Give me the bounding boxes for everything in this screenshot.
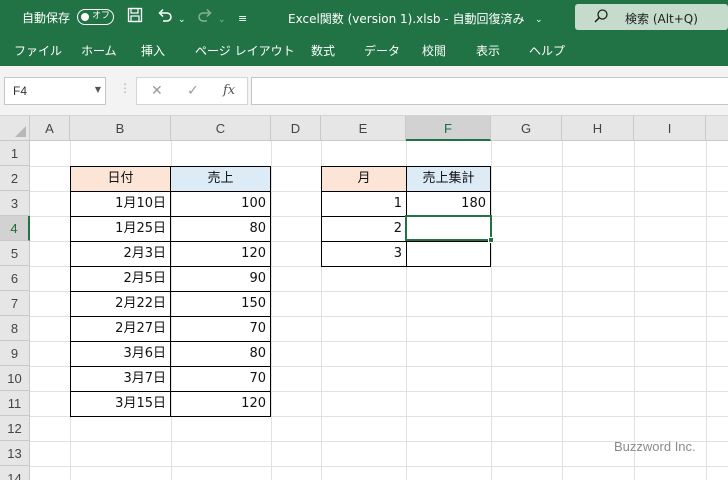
row-header-9[interactable]: 9 xyxy=(0,341,30,366)
column-header-b[interactable]: B xyxy=(70,116,171,141)
more-options-icon[interactable]: ⋮ xyxy=(119,81,131,95)
cell-c6[interactable]: 90 xyxy=(170,266,271,292)
tab-view[interactable]: 表示 xyxy=(476,42,500,59)
search-icon xyxy=(593,8,609,28)
row-header-13[interactable]: 13 xyxy=(0,441,30,466)
row-header-5[interactable]: 5 xyxy=(0,241,30,266)
row-header-12[interactable]: 12 xyxy=(0,416,30,441)
column-header-i[interactable]: I xyxy=(634,116,706,141)
enter-icon[interactable]: ✓ xyxy=(187,83,199,99)
cell-c7[interactable]: 150 xyxy=(170,291,271,317)
column-header-e[interactable]: E xyxy=(321,116,406,141)
cell-f2[interactable]: 売上集計 xyxy=(406,166,491,192)
select-all-button[interactable] xyxy=(0,116,30,141)
cell-b3[interactable]: 1月10日 xyxy=(70,191,171,217)
row-header-14[interactable]: 14 xyxy=(0,466,30,480)
row-header-4[interactable]: 4 xyxy=(0,216,30,241)
cell-b5[interactable]: 2月3日 xyxy=(70,241,171,267)
fill-handle[interactable] xyxy=(488,237,494,243)
cell-e2[interactable]: 月 xyxy=(321,166,407,192)
row-header-10[interactable]: 10 xyxy=(0,366,30,391)
toggle-knob xyxy=(81,12,89,21)
tab-insert[interactable]: 挿入 xyxy=(141,42,165,59)
cancel-icon[interactable]: ✕ xyxy=(151,83,163,99)
row-header-8[interactable]: 8 xyxy=(0,316,30,341)
cell-c11[interactable]: 120 xyxy=(170,391,271,417)
column-header-partial[interactable] xyxy=(706,116,728,141)
search-placeholder: 検索 (Alt+Q) xyxy=(625,12,698,26)
column-header-f[interactable]: F xyxy=(406,116,491,141)
tab-page-layout[interactable]: ページ レイアウト xyxy=(195,42,295,59)
search-box[interactable]: 検索 (Alt+Q) xyxy=(575,4,728,30)
formula-bar-area: F4 ▼ ⋮ ✕ ✓ fx xyxy=(0,66,728,116)
watermark: Buzzword Inc. xyxy=(614,439,696,454)
cell-b2[interactable]: 日付 xyxy=(70,166,171,192)
cell-e5[interactable]: 3 xyxy=(321,241,407,267)
ribbon-tabs: ファイル ホーム 挿入 ページ レイアウト 数式 データ 校閲 表示 ヘルプ xyxy=(0,34,728,66)
worksheet-grid[interactable]: A B C D E F G H I 1 2 3 4 5 6 7 8 9 10 1… xyxy=(0,116,728,480)
cell-c2[interactable]: 売上 xyxy=(170,166,271,192)
active-cell-cursor[interactable] xyxy=(405,215,494,243)
cell-e3[interactable]: 1 xyxy=(321,191,407,217)
cell-b9[interactable]: 3月6日 xyxy=(70,341,171,367)
cell-c8[interactable]: 70 xyxy=(170,316,271,342)
autosave-state: オフ xyxy=(92,11,111,21)
cell-c3[interactable]: 100 xyxy=(170,191,271,217)
customize-qat-icon[interactable]: ≡ xyxy=(238,10,247,28)
cell-b11[interactable]: 3月15日 xyxy=(70,391,171,417)
cell-c4[interactable]: 80 xyxy=(170,216,271,242)
cell-b7[interactable]: 2月22日 xyxy=(70,291,171,317)
cell-b10[interactable]: 3月7日 xyxy=(70,366,171,392)
title-bar: 自動保存 オフ ⌄ ⌄ ≡ Excel関数 (version 1).xlsb -… xyxy=(0,0,728,34)
cell-b4[interactable]: 1月25日 xyxy=(70,216,171,242)
document-title[interactable]: Excel関数 (version 1).xlsb - 自動回復済み xyxy=(288,10,524,27)
undo-icon[interactable] xyxy=(157,7,173,27)
gridline xyxy=(30,466,728,467)
row-header-3[interactable]: 3 xyxy=(0,191,30,216)
tab-formulas[interactable]: 数式 xyxy=(311,42,335,59)
cell-f3[interactable]: 180 xyxy=(406,191,491,217)
formula-buttons: ✕ ✓ fx xyxy=(136,77,248,105)
row-header-11[interactable]: 11 xyxy=(0,391,30,416)
undo-dropdown-icon[interactable]: ⌄ xyxy=(178,11,186,29)
cell-f5[interactable] xyxy=(406,241,491,267)
tab-help[interactable]: ヘルプ xyxy=(529,42,565,59)
row-header-2[interactable]: 2 xyxy=(0,166,30,191)
column-header-d[interactable]: D xyxy=(271,116,321,141)
cell-b6[interactable]: 2月5日 xyxy=(70,266,171,292)
autosave-toggle[interactable]: オフ xyxy=(77,9,114,25)
tab-home[interactable]: ホーム xyxy=(81,42,117,59)
title-dropdown-icon[interactable]: ⌄ xyxy=(535,11,543,29)
column-header-c[interactable]: C xyxy=(171,116,271,141)
tab-review[interactable]: 校閲 xyxy=(422,42,446,59)
save-icon[interactable] xyxy=(127,7,143,27)
redo-dropdown-icon[interactable]: ⌄ xyxy=(218,11,226,29)
tab-data[interactable]: データ xyxy=(364,42,400,59)
redo-icon[interactable] xyxy=(197,7,213,27)
cell-c10[interactable]: 70 xyxy=(170,366,271,392)
cell-b8[interactable]: 2月27日 xyxy=(70,316,171,342)
formula-input[interactable] xyxy=(251,77,728,105)
row-header-1[interactable]: 1 xyxy=(0,141,30,166)
name-box-value: F4 xyxy=(13,84,28,98)
insert-function-icon[interactable]: fx xyxy=(223,83,235,98)
autosave-label: 自動保存 xyxy=(22,11,71,25)
chevron-down-icon[interactable]: ▼ xyxy=(95,85,101,94)
column-header-h[interactable]: H xyxy=(562,116,634,141)
row-header-7[interactable]: 7 xyxy=(0,291,30,316)
cell-e4[interactable]: 2 xyxy=(321,216,407,242)
cell-c9[interactable]: 80 xyxy=(170,341,271,367)
tab-file[interactable]: ファイル xyxy=(14,42,62,59)
row-header-6[interactable]: 6 xyxy=(0,266,30,291)
cell-c5[interactable]: 120 xyxy=(170,241,271,267)
column-header-a[interactable]: A xyxy=(30,116,70,141)
name-box[interactable]: F4 ▼ xyxy=(4,77,106,105)
column-header-g[interactable]: G xyxy=(491,116,562,141)
